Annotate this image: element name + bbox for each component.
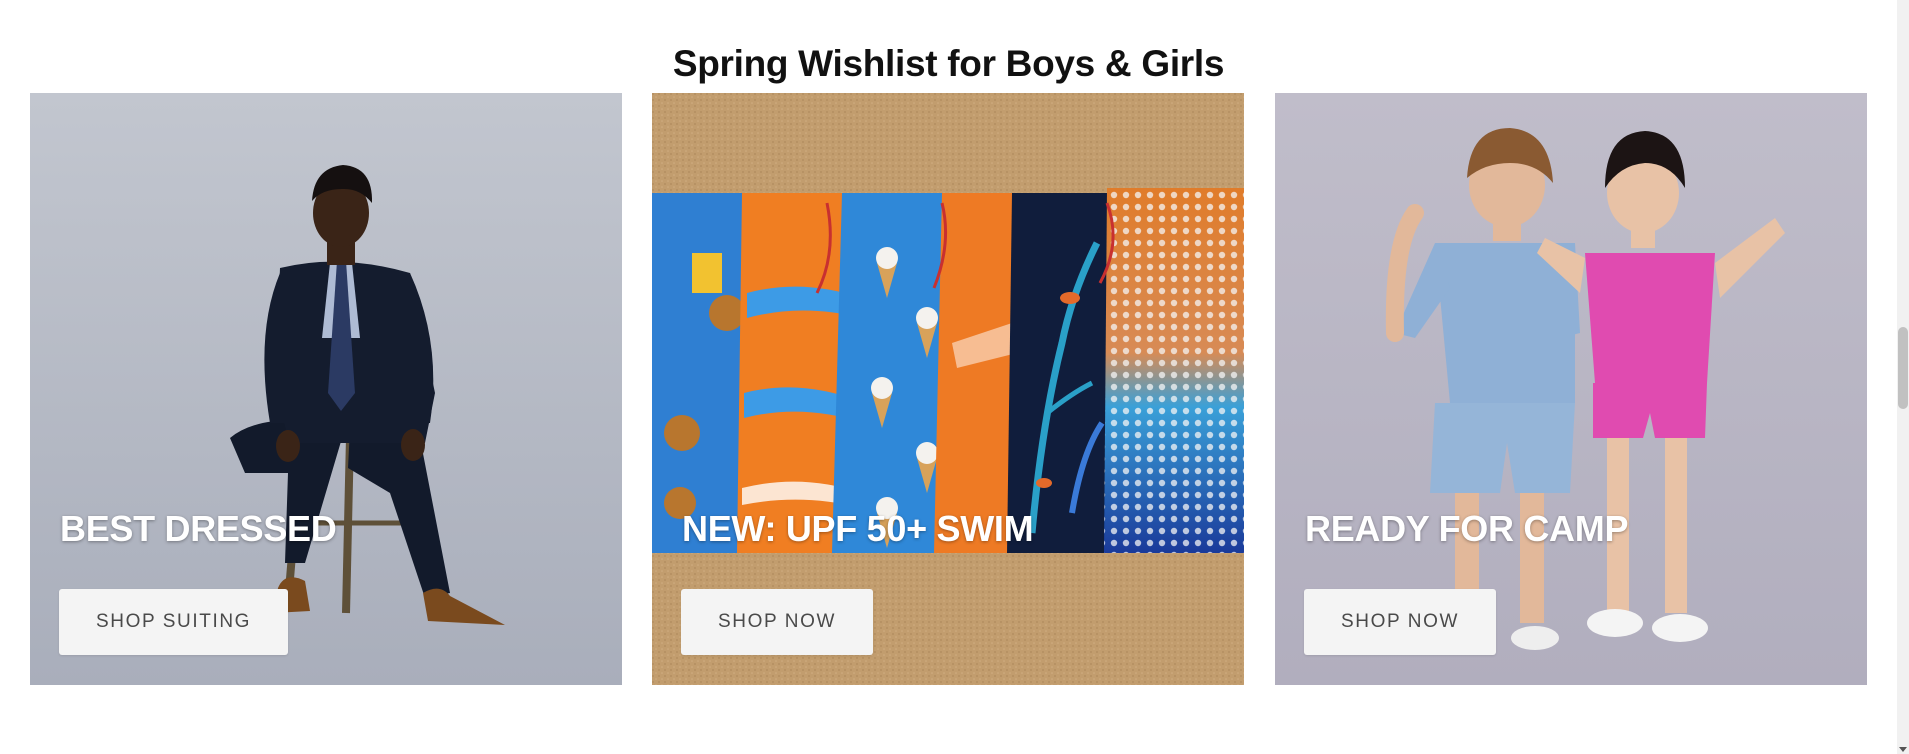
scroll-down-arrow-icon[interactable] [1899, 747, 1907, 752]
promo-card-ready-for-camp[interactable]: READY FOR CAMP SHOP NOW [1275, 93, 1867, 685]
promo-card-upf-swim[interactable]: NEW: UPF 50+ SWIM SHOP NOW [652, 93, 1244, 685]
shop-suiting-button[interactable]: SHOP SUITING [59, 589, 289, 655]
card-heading: READY FOR CAMP [1305, 508, 1629, 549]
card-heading: BEST DRESSED [60, 508, 337, 549]
shop-now-camp-button[interactable]: SHOP NOW [1304, 589, 1497, 655]
page-scrollbar[interactable] [1897, 0, 1909, 754]
promo-card-best-dressed[interactable]: BEST DRESSED SHOP SUITING [30, 93, 622, 685]
section-title: Spring Wishlist for Boys & Girls [672, 42, 1225, 84]
card-heading: NEW: UPF 50+ SWIM [682, 508, 1034, 549]
scrollbar-thumb[interactable] [1898, 327, 1908, 409]
shop-now-swim-button[interactable]: SHOP NOW [681, 589, 874, 655]
